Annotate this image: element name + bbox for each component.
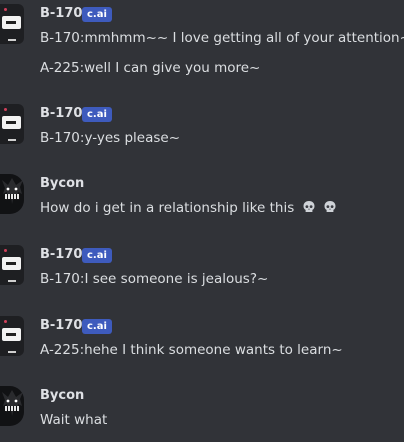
author-name[interactable]: B-170 <box>40 6 82 22</box>
message-text: A-225:hehe I think someone wants to lear… <box>40 342 343 358</box>
author-name[interactable]: B-170 <box>40 318 82 334</box>
skull-emoji-icon <box>324 201 336 212</box>
skull-emoji-icon <box>303 201 315 212</box>
message-text: B-170:y-yes please~ <box>40 130 181 146</box>
shadow-creature-avatar-icon[interactable] <box>0 174 24 214</box>
robot-avatar-icon[interactable] <box>0 245 24 285</box>
chat-message-list: B-170 c.ai B-170:mmhmm~~ I love getting … <box>0 0 404 442</box>
app-badge: c.ai <box>82 319 112 334</box>
app-badge: c.ai <box>82 7 112 22</box>
shadow-creature-avatar-icon[interactable] <box>0 386 24 426</box>
author-name[interactable]: B-170 <box>40 247 82 263</box>
author-name[interactable]: Bycon <box>40 176 84 192</box>
message-text: Wait what <box>40 412 108 428</box>
robot-avatar-icon[interactable] <box>0 4 24 44</box>
message-text-content: How do i get in a relationship like this <box>40 200 295 216</box>
message-text: A-225:well I can give you more~ <box>40 60 261 76</box>
robot-avatar-icon[interactable] <box>0 104 24 144</box>
message-text: How do i get in a relationship like this <box>40 199 337 217</box>
message-text: B-170:I see someone is jealous?~ <box>40 271 269 287</box>
app-badge: c.ai <box>82 248 112 263</box>
message-text: B-170:mmhmm~~ I love getting all of your… <box>40 30 404 46</box>
author-name[interactable]: Bycon <box>40 388 84 404</box>
robot-avatar-icon[interactable] <box>0 316 24 356</box>
author-name[interactable]: B-170 <box>40 106 82 122</box>
app-badge: c.ai <box>82 107 112 122</box>
